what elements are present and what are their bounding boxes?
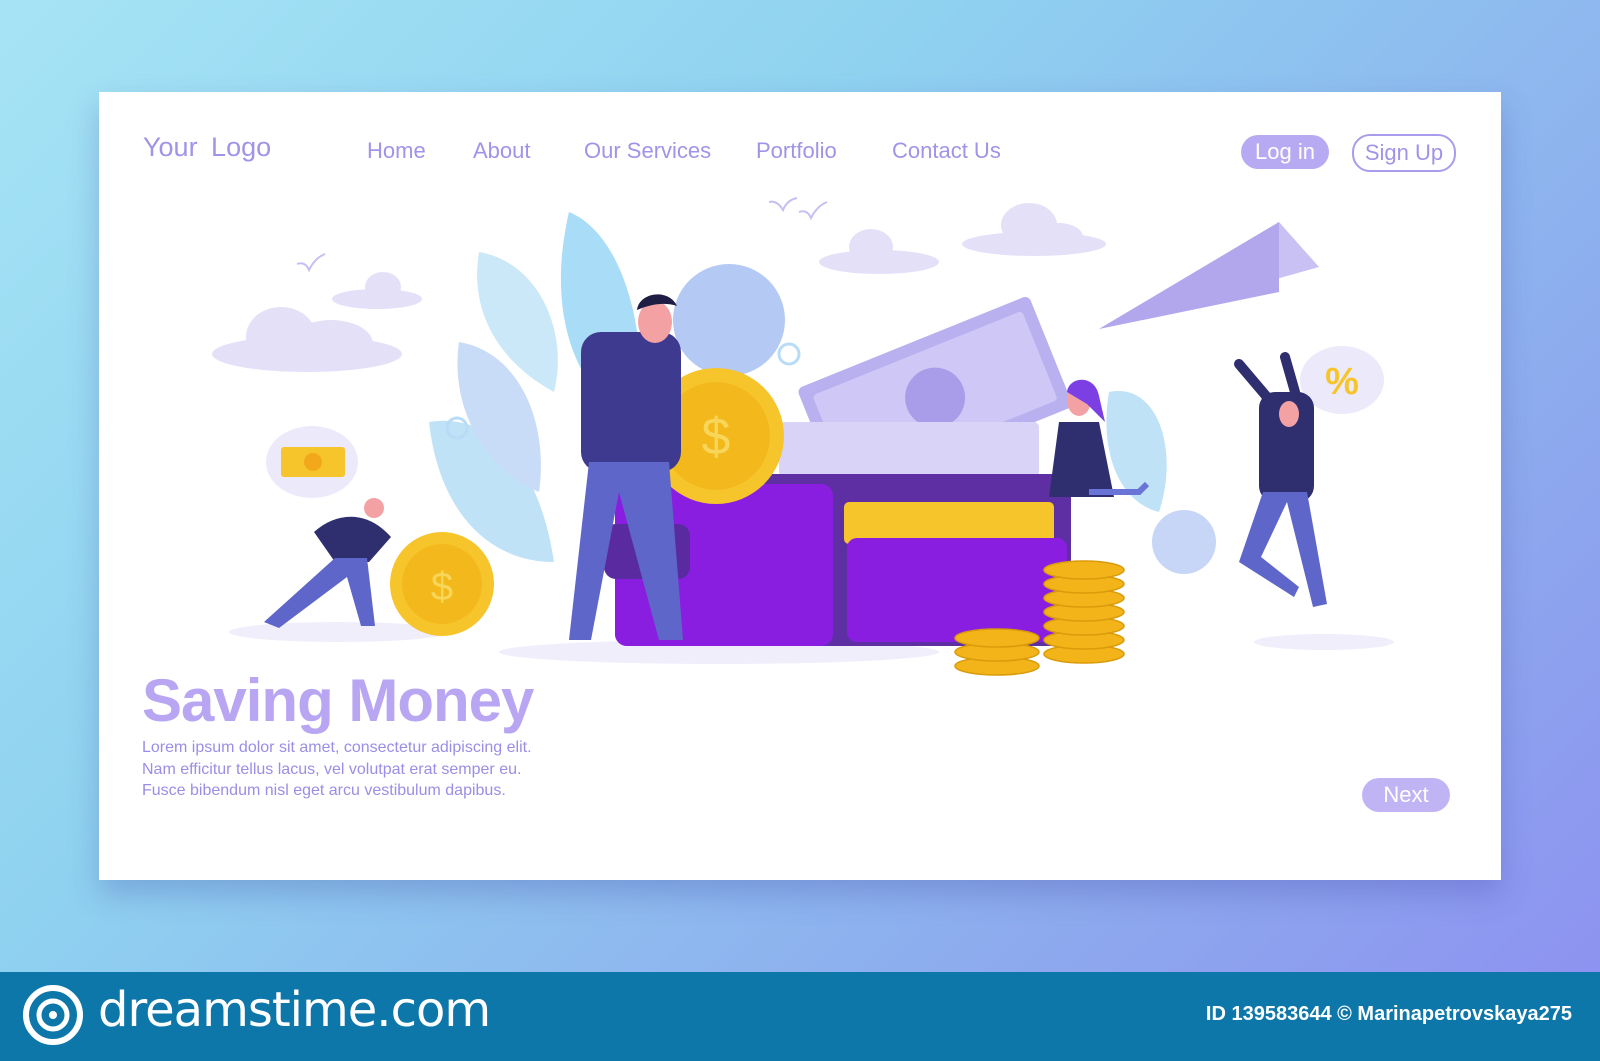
hero-description-line: Lorem ipsum dolor sit amet, consectetur … <box>142 739 532 756</box>
watermark-footer: dreamstime.com ID 139583644 © Marinapetr… <box>0 972 1600 1061</box>
next-button[interactable]: Next <box>1362 778 1450 812</box>
login-button[interactable]: Log in <box>1241 135 1329 169</box>
svg-text:$: $ <box>431 565 453 609</box>
nav-contact-us[interactable]: Contact Us <box>892 138 1001 164</box>
hero-description: Lorem ipsum dolor sit amet, consectetur … <box>142 737 532 802</box>
dreamstime-logo-icon <box>23 985 83 1045</box>
nav-portfolio[interactable]: Portfolio <box>756 138 837 164</box>
signup-button[interactable]: Sign Up <box>1352 134 1456 172</box>
nav-our-services[interactable]: Our Services <box>584 138 711 164</box>
hero-title: Saving Money <box>142 667 534 734</box>
nav-home[interactable]: Home <box>367 138 426 164</box>
watermark-brand: dreamstime.com <box>98 982 491 1038</box>
paper-plane-icon <box>1099 222 1319 329</box>
image-credit: ID 139583644 © Marinapetrovskaya275 <box>1205 1003 1572 1025</box>
hero-description-line: Fusce bibendum nisl eget arcu vestibulum… <box>142 782 506 799</box>
nav-about[interactable]: About <box>473 138 531 164</box>
site-logo[interactable]: Your Logo <box>143 132 271 163</box>
landing-page-card: $ $ % Your Logo Home About Our Services … <box>99 92 1501 880</box>
hero-description-line: Nam efficitur tellus lacus, vel volutpat… <box>142 760 522 778</box>
svg-text:$: $ <box>702 408 731 466</box>
banknote-icon <box>779 296 1072 499</box>
percent-symbol: % <box>1325 361 1359 403</box>
